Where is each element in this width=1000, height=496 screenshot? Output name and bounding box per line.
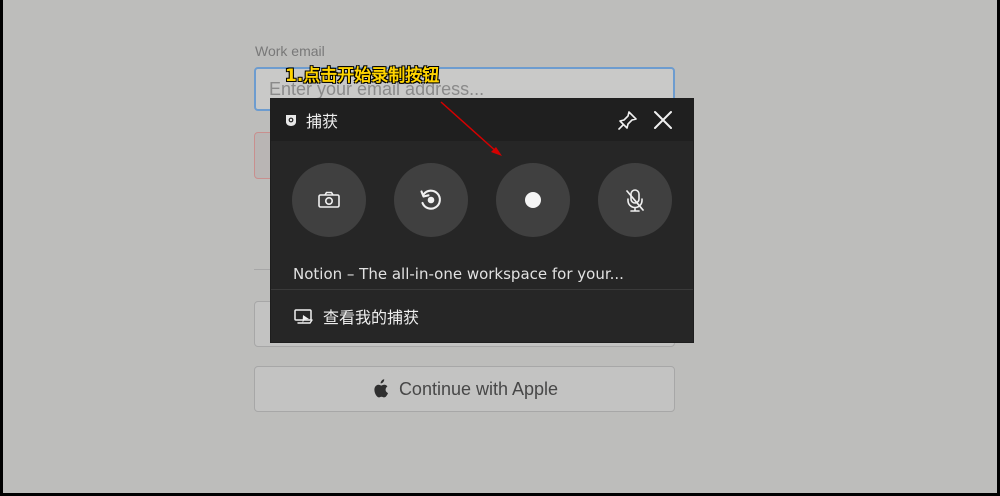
- microphone-off-icon: [626, 188, 644, 212]
- tutorial-annotation: 1.点击开始录制按钮: [285, 66, 440, 86]
- record-last-icon: [420, 189, 441, 210]
- capture-widget-title: 捕获: [306, 112, 339, 131]
- record-last-button[interactable]: [394, 163, 468, 237]
- page-heading-fragment: [395, 0, 615, 6]
- camera-icon: [318, 191, 340, 208]
- capture-icon: [286, 115, 296, 126]
- gallery-icon: [294, 308, 313, 324]
- work-email-label: Work email: [255, 43, 325, 59]
- apple-button-label: Continue with Apple: [398, 378, 559, 399]
- capture-source-title: Notion – The all-in-one workspace for yo…: [293, 265, 624, 283]
- close-button[interactable]: [645, 102, 681, 138]
- annotation-arrow: [440, 101, 502, 156]
- apple-icon: [374, 379, 388, 398]
- pin-button[interactable]: [609, 102, 645, 138]
- close-icon: [654, 111, 672, 129]
- screen: Work email Continue with Apple 1.点击开始录制按…: [3, 0, 997, 493]
- continue-with-apple-button[interactable]: Continue with Apple: [254, 366, 675, 412]
- record-icon: [525, 192, 541, 208]
- start-recording-button[interactable]: [496, 163, 570, 237]
- microphone-toggle-button[interactable]: [598, 163, 672, 237]
- screenshot-button[interactable]: [292, 163, 366, 237]
- pin-icon: [617, 110, 637, 130]
- view-my-captures-label: 查看我的捕获: [323, 307, 420, 327]
- view-my-captures-link[interactable]: 查看我的捕获: [271, 290, 693, 341]
